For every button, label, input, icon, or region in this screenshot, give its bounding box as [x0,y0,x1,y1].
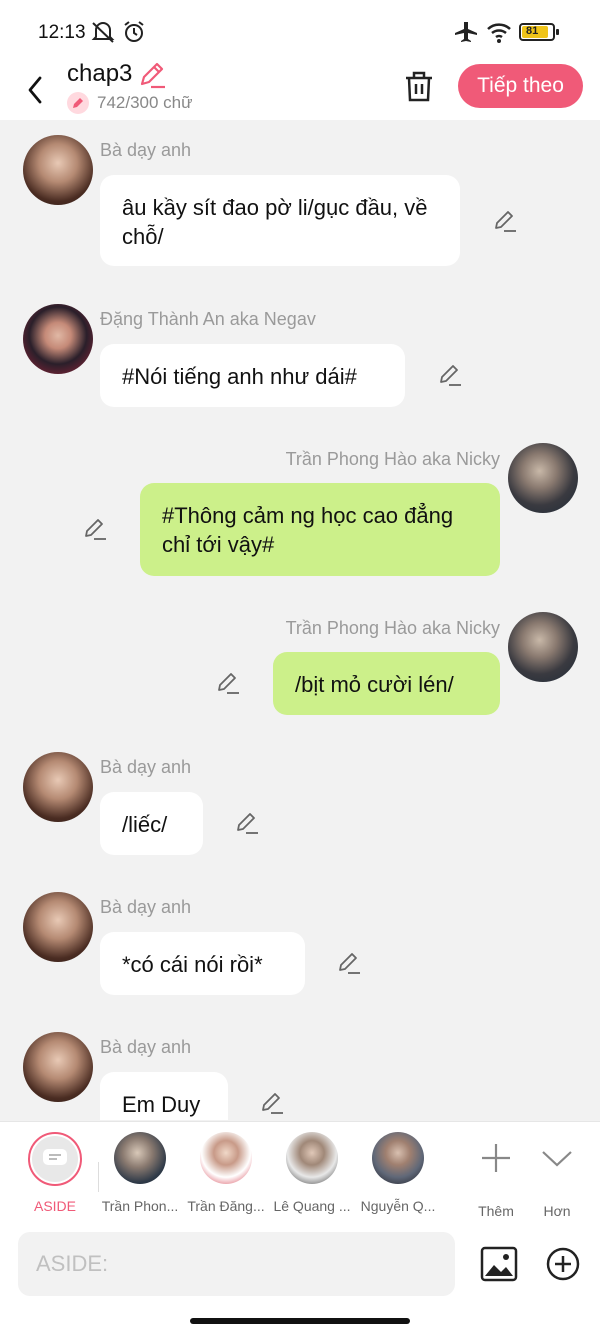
edit-pen-icon[interactable] [82,516,108,542]
character-label: Lê Quang ... [273,1198,351,1214]
message-bubble[interactable]: #Nói tiếng anh như dái# [100,344,405,407]
add-circle-icon[interactable] [545,1246,581,1282]
avatar[interactable] [508,612,578,682]
wifi-icon [487,23,511,43]
speaker-name: Bà dạy anh [100,1037,192,1057]
next-button[interactable]: Tiếp theo [458,64,583,108]
speaker-name: Trần Phong Hào aka Nicky [285,449,500,469]
character-item[interactable]: Lê Quang ... [272,1132,352,1214]
edit-pen-icon[interactable] [234,810,260,836]
divider [98,1162,99,1192]
chapter-title[interactable]: chap3 [67,60,132,88]
back-arrow-icon[interactable] [20,68,50,108]
status-time: 12:13 [38,22,86,43]
character-label: ASIDE [33,1198,76,1214]
avatar [114,1132,166,1184]
message-bubble[interactable]: Em Duy [100,1072,228,1120]
message-bubble[interactable]: âu kầy sít đao pờ li/gục đầu, về chỗ/ [100,175,460,266]
character-label: Hơn [543,1203,571,1219]
avatar[interactable] [23,135,93,205]
message-input[interactable] [18,1232,455,1296]
avatar [286,1132,338,1184]
avatar[interactable] [23,1032,93,1102]
speaker-name: Trần Phong Hào aka Nicky [285,618,500,638]
character-bar: ASIDE Trần Phon... Trần Đăng... Lê Quang… [0,1121,600,1220]
character-label: Trần Phon... [101,1198,179,1214]
alarm-icon [124,21,144,42]
editor-header: chap3 742/300 chữ Tiếp theo [0,60,600,120]
speaker-name: Bà dạy anh [100,140,192,160]
edit-pen-icon[interactable] [215,670,241,696]
character-item[interactable]: Trần Đăng... [186,1132,266,1214]
chevron-down-icon [542,1151,572,1167]
trash-icon[interactable] [402,68,436,104]
character-label: Trần Đăng... [187,1198,265,1214]
speaker-name: Bà dạy anh [100,897,192,917]
word-count-text: 742/300 chữ [97,93,193,112]
edit-pen-icon[interactable] [259,1090,285,1116]
avatar[interactable] [508,443,578,513]
status-bar: 12:13 81 [0,0,600,60]
home-indicator[interactable] [190,1318,410,1324]
speaker-name: Bà dạy anh [100,757,192,777]
avatar [372,1132,424,1184]
message-bubble[interactable]: /liếc/ [100,792,203,855]
character-item[interactable]: Trần Phon... [100,1132,180,1214]
avatar [200,1132,252,1184]
chat-area[interactable]: Bà dạy anh âu kầy sít đao pờ li/gục đầu,… [0,120,600,1120]
message-bubble[interactable]: #Thông cảm ng học cao đẳng chỉ tới vậy# [140,483,500,576]
pen-badge-icon [67,92,89,114]
edit-pen-icon[interactable] [492,208,518,234]
plus-icon [482,1144,510,1172]
edit-title-pen-icon[interactable] [137,60,167,90]
battery-icon: 81 [519,23,559,41]
message-bubble[interactable]: /bịt mỏ cười lén/ [273,652,500,715]
chat-bubble-icon [43,1149,67,1165]
speaker-name: Đặng Thành An aka Negav [100,309,316,329]
input-bar [0,1220,600,1333]
avatar[interactable] [23,892,93,962]
image-icon[interactable] [480,1246,518,1282]
character-label: Nguyễn Q... [360,1198,436,1214]
battery-level: 81 [526,25,539,37]
word-count: 742/300 chữ [67,92,193,114]
more-button[interactable]: Hơn [517,1132,597,1219]
mute-icon [91,22,115,43]
character-item[interactable]: Nguyễn Q... [358,1132,438,1214]
airplane-icon [455,22,477,42]
edit-pen-icon[interactable] [336,950,362,976]
character-aside[interactable]: ASIDE [15,1132,95,1214]
edit-pen-icon[interactable] [437,362,463,388]
message-bubble[interactable]: *có cái nói rồi* [100,932,305,995]
avatar[interactable] [23,304,93,374]
avatar[interactable] [23,752,93,822]
